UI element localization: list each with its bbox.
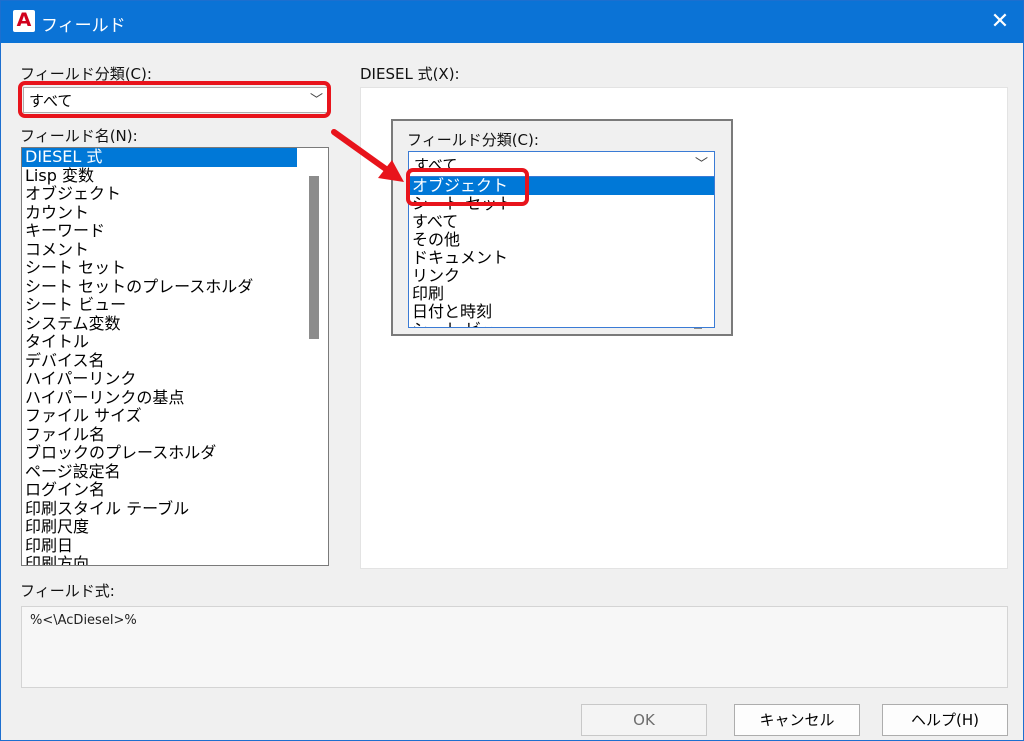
list-item[interactable]: DIESEL 式: [22, 148, 297, 167]
list-item[interactable]: ハイパーリンクの基点: [22, 388, 297, 408]
field-name-label: フィールド名(N):: [20, 127, 138, 145]
list-item[interactable]: コメント: [22, 240, 297, 260]
cancel-button[interactable]: キャンセル: [734, 704, 860, 736]
list-item[interactable]: ファイル名: [22, 425, 297, 445]
dropdown-option: すべて: [412, 212, 459, 231]
list-item[interactable]: システム変数: [22, 314, 297, 334]
ok-button[interactable]: OK: [581, 704, 707, 736]
dropdown-option: ドキュメント: [412, 248, 509, 267]
field-expression-label: フィールド式:: [20, 582, 115, 600]
title-bar: A フィールド ✕: [1, 1, 1023, 43]
list-item[interactable]: キーワード: [22, 222, 297, 241]
list-item[interactable]: タイトル: [22, 333, 297, 352]
list-item[interactable]: シート セット: [22, 259, 297, 278]
dropdown-option: 日付と時刻: [412, 302, 493, 321]
close-button[interactable]: ✕: [985, 7, 1015, 37]
window-title: フィールド: [41, 16, 126, 36]
list-item[interactable]: シート セットのプレースホルダ: [22, 277, 297, 297]
field-expression-box[interactable]: %<\AcDiesel>%: [21, 606, 1008, 688]
inset-category-label: フィールド分類(C):: [407, 131, 539, 149]
list-item[interactable]: Lisp 変数: [22, 166, 297, 186]
dropdown-option: その他: [412, 230, 461, 249]
list-item[interactable]: ログイン名: [22, 481, 297, 500]
dropdown-option: リンク: [412, 266, 461, 285]
list-item[interactable]: ハイパーリンク: [22, 370, 297, 389]
annotation-arrow-icon: [331, 129, 404, 182]
autocad-app-icon: A: [13, 9, 35, 32]
list-item[interactable]: 印刷方向: [22, 555, 297, 565]
help-button[interactable]: ヘルプ(H): [882, 704, 1008, 736]
annotation-highlight-box: [406, 168, 529, 206]
list-item[interactable]: ファイル サイズ: [22, 407, 297, 426]
list-item[interactable]: ページ設定名: [22, 462, 297, 482]
field-name-list[interactable]: DIESEL 式 Lisp 変数 オブジェクト カウント キーワード コメント シート セッ…: [21, 147, 329, 566]
scrollbar-thumb[interactable]: [309, 176, 319, 339]
annotation-highlight-box: [18, 81, 331, 118]
list-item[interactable]: 印刷日: [22, 536, 297, 556]
dropdown-option: 印刷: [412, 284, 445, 303]
diesel-expression-label: DIESEL 式(X):: [360, 65, 460, 83]
chevron-down-icon: ﹀: [694, 157, 708, 172]
list-item[interactable]: 印刷尺度: [22, 518, 297, 537]
field-expression-value: %<\AcDiesel>%: [30, 613, 137, 628]
list-item[interactable]: カウント: [22, 203, 297, 223]
dropdown-option: シート ビュー: [409, 321, 714, 328]
field-dialog: A フィールド ✕ フィールド分類(C): すべて ﹀ フィールド名(N): D…: [0, 0, 1024, 741]
list-item[interactable]: シート ビュー: [22, 296, 297, 315]
list-item[interactable]: ブロックのプレースホルダ: [22, 444, 297, 463]
list-item[interactable]: オブジェクト: [22, 185, 297, 204]
list-item[interactable]: 印刷スタイル テーブル: [22, 499, 297, 519]
list-item[interactable]: デバイス名: [22, 351, 297, 371]
